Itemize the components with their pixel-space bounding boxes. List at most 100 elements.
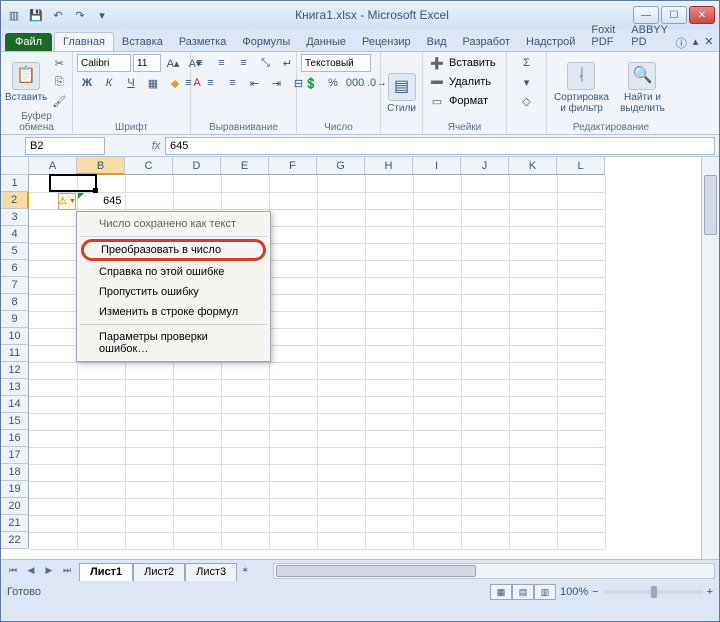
row-header[interactable]: 17 xyxy=(1,447,29,464)
prev-sheet-icon[interactable]: ◀ xyxy=(23,563,39,579)
cell[interactable] xyxy=(269,294,317,311)
column-header[interactable]: I xyxy=(413,157,461,175)
cell[interactable] xyxy=(461,260,509,277)
sheet-tab-2[interactable]: Лист2 xyxy=(133,563,185,581)
column-header[interactable]: L xyxy=(557,157,605,175)
file-tab[interactable]: Файл xyxy=(5,33,52,51)
align-middle-icon[interactable]: ≡ xyxy=(212,54,232,72)
cell[interactable] xyxy=(77,396,125,413)
cell[interactable] xyxy=(77,379,125,396)
cell[interactable] xyxy=(365,260,413,277)
save-icon[interactable]: 💾 xyxy=(27,6,45,24)
cell[interactable] xyxy=(29,532,77,549)
align-center-icon[interactable]: ≡ xyxy=(201,74,221,92)
last-sheet-icon[interactable]: ⏭ xyxy=(59,563,75,579)
cell[interactable] xyxy=(317,277,365,294)
cell[interactable] xyxy=(77,175,125,192)
cell[interactable] xyxy=(509,175,557,192)
cell[interactable] xyxy=(413,243,461,260)
cell[interactable] xyxy=(557,430,605,447)
cell[interactable] xyxy=(413,413,461,430)
cell[interactable] xyxy=(269,498,317,515)
cell[interactable] xyxy=(413,260,461,277)
menu-edit-formula-bar[interactable]: Изменить в строке формул xyxy=(79,302,268,322)
cell[interactable] xyxy=(413,328,461,345)
row-header[interactable]: 10 xyxy=(1,328,29,345)
cell[interactable] xyxy=(317,430,365,447)
cell[interactable] xyxy=(557,515,605,532)
cell[interactable] xyxy=(269,430,317,447)
column-header[interactable]: C xyxy=(125,157,173,175)
row-header[interactable]: 1 xyxy=(1,175,29,192)
cell[interactable] xyxy=(221,362,269,379)
comma-icon[interactable]: 000 xyxy=(345,74,365,92)
cell[interactable] xyxy=(461,498,509,515)
cell[interactable] xyxy=(509,192,557,209)
cell[interactable] xyxy=(365,515,413,532)
cell[interactable] xyxy=(317,464,365,481)
cell[interactable] xyxy=(365,379,413,396)
column-header[interactable]: B xyxy=(77,157,125,175)
cell[interactable] xyxy=(413,447,461,464)
cell[interactable] xyxy=(509,328,557,345)
zoom-slider-handle[interactable] xyxy=(651,586,657,598)
cell[interactable] xyxy=(557,328,605,345)
cell[interactable] xyxy=(125,362,173,379)
tab-view[interactable]: Вид xyxy=(419,33,455,51)
cell[interactable] xyxy=(557,311,605,328)
cell[interactable] xyxy=(125,413,173,430)
tab-insert[interactable]: Вставка xyxy=(114,33,171,51)
zoom-out-icon[interactable]: − xyxy=(592,586,598,598)
workbook-close-icon[interactable]: ✕ xyxy=(704,35,713,51)
column-header[interactable]: F xyxy=(269,157,317,175)
fx-label[interactable]: fx xyxy=(147,140,165,152)
tab-developer[interactable]: Разработ xyxy=(455,33,518,51)
cell[interactable] xyxy=(173,515,221,532)
cell[interactable] xyxy=(269,362,317,379)
tab-home[interactable]: Главная xyxy=(54,32,114,51)
column-header[interactable]: G xyxy=(317,157,365,175)
cell[interactable] xyxy=(509,498,557,515)
cell[interactable] xyxy=(413,430,461,447)
first-sheet-icon[interactable]: ⏮ xyxy=(5,563,21,579)
cell[interactable] xyxy=(173,175,221,192)
sheet-tab-1[interactable]: Лист1 xyxy=(79,563,133,581)
cell[interactable] xyxy=(29,498,77,515)
column-header[interactable]: A xyxy=(29,157,77,175)
row-header[interactable]: 4 xyxy=(1,226,29,243)
cell[interactable] xyxy=(317,362,365,379)
cell[interactable] xyxy=(413,396,461,413)
cell[interactable] xyxy=(125,481,173,498)
row-header[interactable]: 16 xyxy=(1,430,29,447)
cell[interactable] xyxy=(173,430,221,447)
cell[interactable] xyxy=(557,294,605,311)
redo-icon[interactable]: ↷ xyxy=(71,6,89,24)
copy-icon[interactable]: ⎘ xyxy=(49,73,69,91)
cell[interactable] xyxy=(317,481,365,498)
cell[interactable] xyxy=(317,532,365,549)
cell[interactable] xyxy=(461,294,509,311)
cell[interactable] xyxy=(557,277,605,294)
cell[interactable] xyxy=(317,396,365,413)
cell[interactable] xyxy=(173,192,221,209)
cell[interactable] xyxy=(365,498,413,515)
cell[interactable] xyxy=(461,277,509,294)
cell[interactable] xyxy=(461,226,509,243)
cell[interactable] xyxy=(509,413,557,430)
menu-convert-to-number[interactable]: Преобразовать в число xyxy=(81,239,266,261)
cell[interactable] xyxy=(557,413,605,430)
cell[interactable] xyxy=(365,362,413,379)
cell[interactable] xyxy=(173,498,221,515)
cell[interactable] xyxy=(221,175,269,192)
format-cells-button[interactable]: ▭Формат xyxy=(427,92,488,110)
cell[interactable] xyxy=(269,379,317,396)
cut-icon[interactable]: ✂ xyxy=(49,54,69,72)
cell[interactable] xyxy=(461,532,509,549)
cell[interactable] xyxy=(413,481,461,498)
cell[interactable] xyxy=(269,345,317,362)
cell[interactable] xyxy=(509,209,557,226)
cell[interactable] xyxy=(269,481,317,498)
cell[interactable] xyxy=(269,464,317,481)
zoom-slider[interactable] xyxy=(603,590,703,594)
cell[interactable] xyxy=(269,447,317,464)
